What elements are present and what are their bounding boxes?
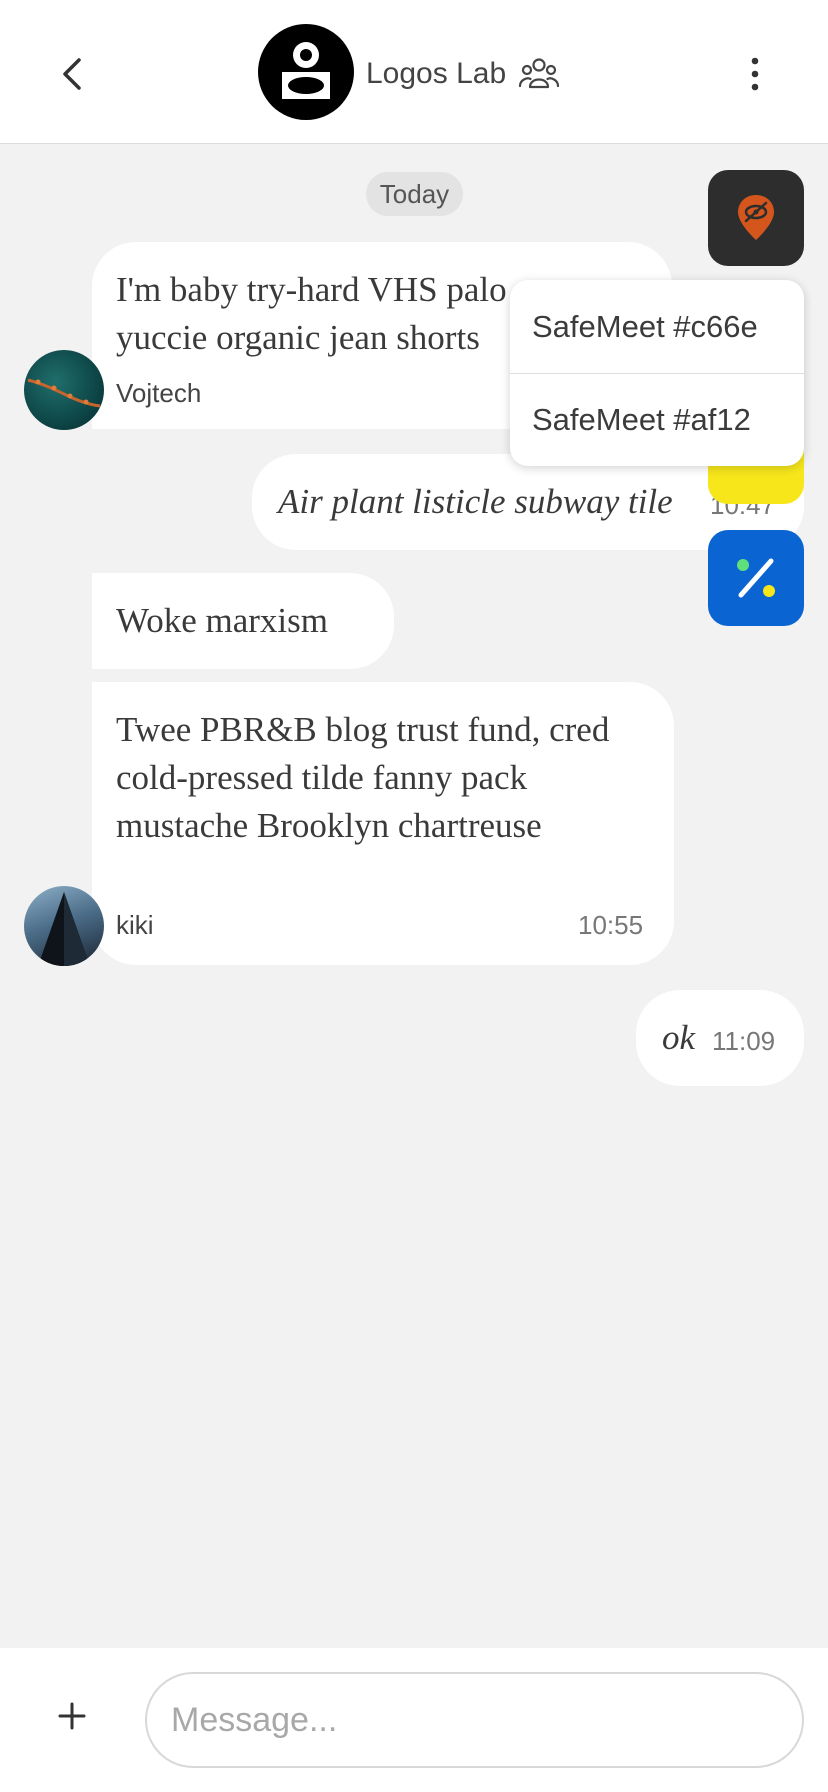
message-input[interactable]: [145, 1672, 804, 1768]
sender-name: Vojtech: [116, 378, 202, 408]
percent-button[interactable]: [708, 530, 804, 626]
message-bubble[interactable]: Woke marxism: [92, 573, 394, 669]
message-time: 10:55: [578, 910, 644, 940]
back-button[interactable]: [50, 52, 94, 96]
add-attachment-button[interactable]: [52, 1696, 92, 1736]
message-text: Twee PBR&B blog trust fund, cred cold-pr…: [116, 710, 610, 845]
message-text: Woke marxism: [116, 601, 328, 640]
popup-item[interactable]: SafeMeet #c66e: [510, 280, 804, 373]
group-icon: [519, 58, 560, 89]
logos-lab-logo-icon: [282, 42, 330, 99]
plus-icon: [58, 1702, 86, 1730]
message-composer: [0, 1648, 828, 1792]
group-logo-avatar[interactable]: [258, 24, 354, 120]
popup-item[interactable]: SafeMeet #af12: [510, 373, 804, 466]
message-text: Air plant listicle subway tile: [278, 482, 673, 521]
more-vertical-icon: [751, 57, 759, 91]
chat-header: Logos Lab: [0, 0, 828, 144]
avatar-image: [27, 378, 101, 408]
percent-icon: [737, 558, 775, 598]
location-hidden-icon: [738, 195, 774, 240]
more-options-button[interactable]: [735, 52, 775, 96]
message-text: ok: [662, 1018, 696, 1057]
safemeet-button[interactable]: [708, 170, 804, 266]
avatar-image: [38, 892, 90, 966]
avatar[interactable]: [24, 350, 104, 430]
chat-title: Logos Lab: [366, 57, 507, 90]
message-bubble[interactable]: ok 11:09: [636, 990, 804, 1086]
safemeet-popup-menu: SafeMeet #c66e SafeMeet #af12: [510, 280, 804, 466]
avatar[interactable]: [24, 886, 104, 966]
chat-title-area[interactable]: Logos Lab: [366, 52, 560, 96]
chevron-left-icon: [63, 58, 81, 90]
date-separator: Today: [366, 172, 463, 216]
message-time: 11:09: [712, 1026, 776, 1056]
sender-name: kiki: [116, 910, 154, 940]
